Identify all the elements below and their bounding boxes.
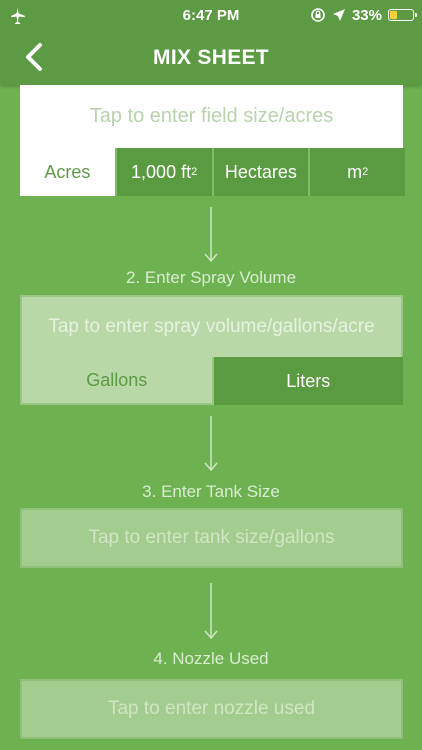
tank-size-placeholder: Tap to enter tank size/gallons xyxy=(88,527,335,548)
battery-fill xyxy=(390,11,398,19)
unit-m2-segment[interactable]: m2 xyxy=(308,148,405,196)
spray-volume-input[interactable]: Tap to enter spray volume/gallons/acre xyxy=(20,295,403,357)
battery-icon xyxy=(388,9,417,21)
spray-volume-card: Tap to enter spray volume/gallons/acre G… xyxy=(20,295,403,405)
spray-volume-placeholder: Tap to enter spray volume/gallons/acre xyxy=(48,316,375,337)
nozzle-input[interactable]: Tap to enter nozzle used xyxy=(20,679,403,739)
unit-acres-segment[interactable]: Acres xyxy=(20,148,115,196)
battery-percent: 33% xyxy=(351,6,382,24)
field-size-placeholder: Tap to enter field size/acres xyxy=(89,105,334,127)
unit-hectares-segment[interactable]: Hectares xyxy=(211,148,309,196)
unit-gallons-segment[interactable]: Gallons xyxy=(20,357,214,405)
page-title: MIX SHEET xyxy=(153,46,269,69)
unit-liters-segment[interactable]: Liters xyxy=(213,357,403,405)
nozzle-placeholder: Tap to enter nozzle used xyxy=(107,698,316,719)
nav-bar: MIX SHEET xyxy=(0,30,422,85)
tank-size-label: 3. Enter Tank Size xyxy=(142,482,280,501)
connector-arrow-icon xyxy=(204,583,218,640)
status-bar: 6:47 PM 33% xyxy=(0,0,422,30)
spray-unit-segmented-control: Gallons Liters xyxy=(20,357,403,405)
location-arrow-icon xyxy=(332,9,345,21)
nozzle-used-label: 4. Nozzle Used xyxy=(153,649,269,668)
field-size-card: Tap to enter field size/acres Acres 1,00… xyxy=(20,85,405,197)
status-right: 33% xyxy=(310,6,417,24)
spray-volume-label: 2. Enter Spray Volume xyxy=(125,268,297,287)
connector-arrow-icon xyxy=(204,207,218,263)
field-unit-segmented-control: Acres 1,000 ft 2 Hectares m2 xyxy=(20,148,405,196)
tank-size-input[interactable]: Tap to enter tank size/gallons xyxy=(20,508,403,568)
unit-1000-ft2-segment[interactable]: 1,000 ft 2 xyxy=(114,148,212,196)
connector-arrow-icon xyxy=(204,416,218,472)
field-size-input[interactable]: Tap to enter field size/acres xyxy=(20,85,403,148)
orientation-lock-icon xyxy=(311,8,325,22)
